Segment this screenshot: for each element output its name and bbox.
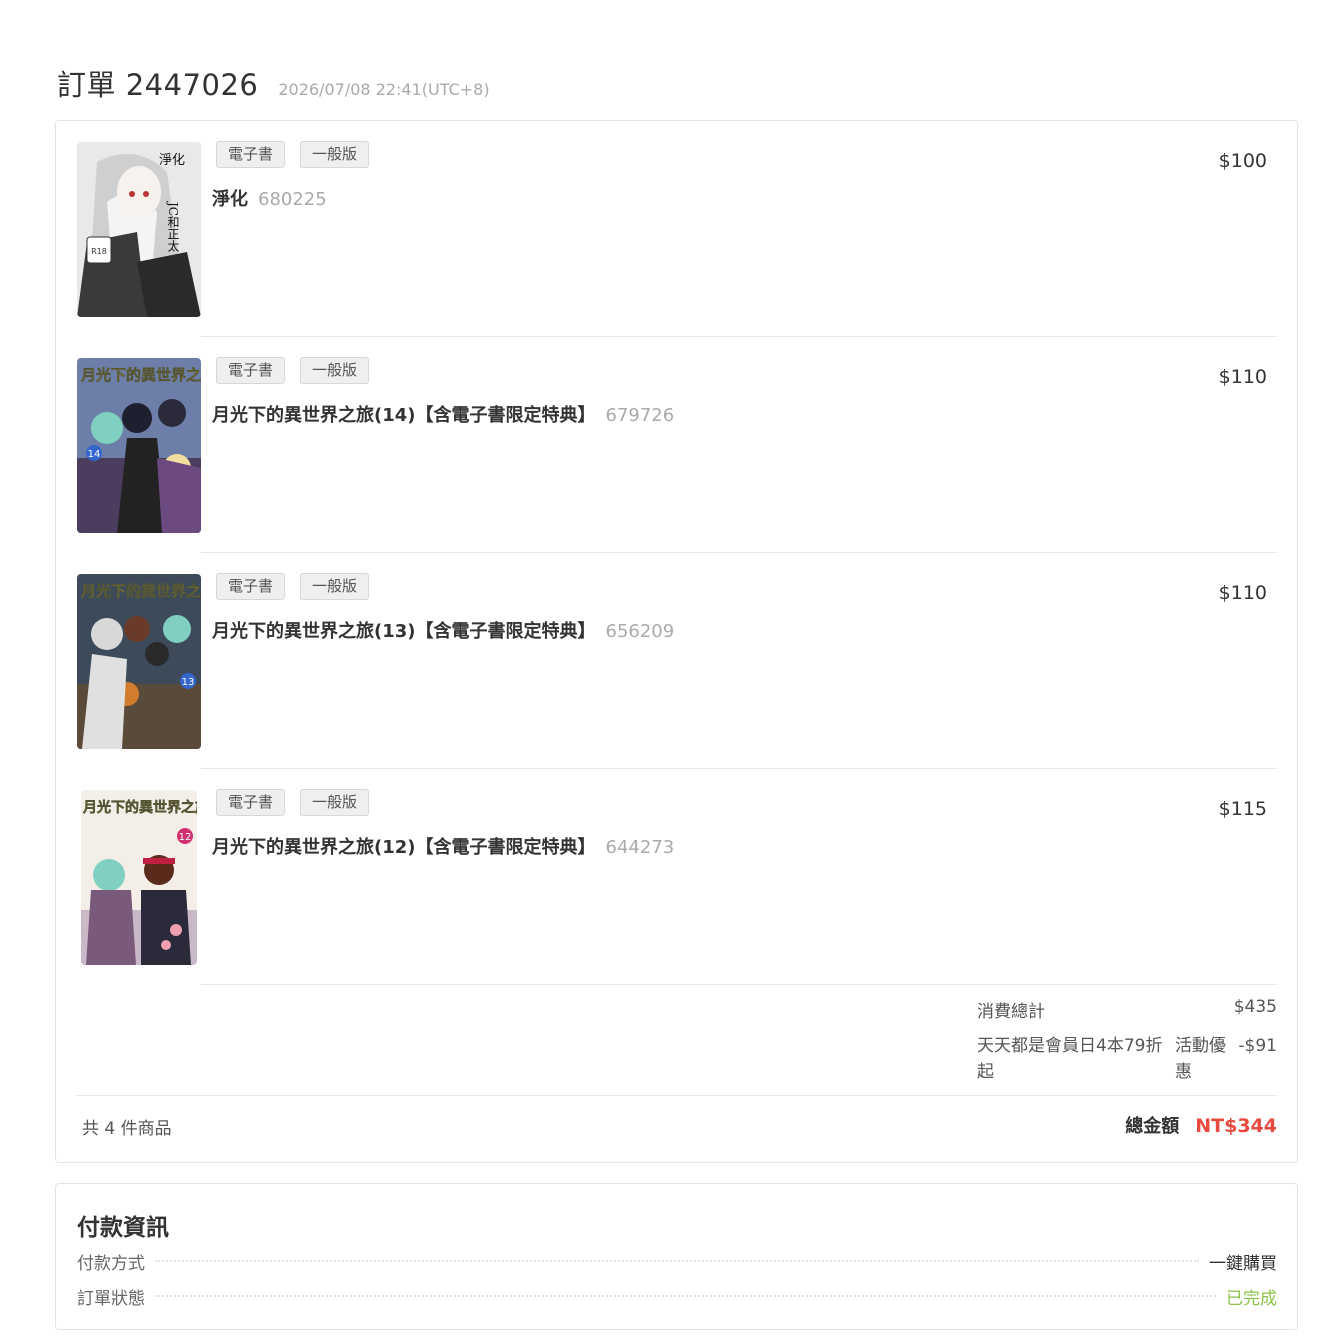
order-item: R18 淨化 JC和正太 電子書 一般版 淨化 680225 $100 (76, 121, 1277, 337)
item-price: $115 (1218, 798, 1267, 820)
item-divider (201, 984, 1277, 985)
order-header: 訂單 2447026 2026/07/08 22:41(UTC+8) (57, 62, 490, 104)
item-name[interactable]: 月光下的異世界之旅(13)【含電子書限定特典】 656209 (212, 617, 674, 643)
total-label: 總金額 (1125, 1116, 1180, 1137)
tag-format: 電子書 (216, 789, 286, 816)
book-cover-image[interactable]: R18 淨化 JC和正太 (77, 142, 201, 317)
discount-value: -$91 (1238, 1036, 1277, 1056)
order-status-label: 訂單狀態 (77, 1288, 145, 1309)
cover-subtitle-text: JC和正太 (166, 200, 180, 252)
dotted-leader (155, 1260, 1199, 1262)
cover-volume-text: 13 (182, 677, 195, 688)
book-cover-image[interactable]: 月光下的異世界之旅 12 (81, 790, 197, 965)
discount-type: 活動優惠 (1175, 1036, 1226, 1082)
payment-info-card: 付款資訊 付款方式 一鍵購買 訂單狀態 已完成 (55, 1183, 1298, 1330)
cover-volume-text: 12 (179, 832, 192, 843)
total-divider (76, 1095, 1277, 1096)
tag-format: 電子書 (216, 357, 286, 384)
cover-volume-text: 14 (88, 449, 101, 460)
payment-method-value: 一鍵購買 (1209, 1253, 1277, 1274)
order-status-row: 訂單狀態 已完成 (77, 1283, 1277, 1309)
order-time: 2026/07/08 22:41(UTC+8) (278, 80, 490, 99)
item-name-text[interactable]: 月光下的異世界之旅(14)【含電子書限定特典】 (212, 405, 596, 426)
item-name-text[interactable]: 淨化 (212, 189, 248, 210)
order-item: 月光下的異世界之旅 13 電子書 一般版 月光下的異世界之旅(13)【含電子書限… (76, 553, 1277, 769)
tag-format: 電子書 (216, 573, 286, 600)
discount-row: 天天都是會員日4本79折起 活動優惠 -$91 (977, 1033, 1277, 1085)
subtotal-label: 消費總計 (977, 1002, 1045, 1022)
tag-edition: 一般版 (300, 357, 370, 384)
payment-title: 付款資訊 (77, 1215, 169, 1241)
order-title: 訂單 2447026 (57, 68, 259, 102)
cover-title-text: 淨化 (159, 153, 185, 168)
item-tags: 電子書 一般版 (216, 141, 384, 168)
subtotal-value: $435 (1233, 997, 1277, 1017)
book-cover-image[interactable]: 月光下的異世界之旅 13 (77, 574, 201, 749)
tag-edition: 一般版 (300, 573, 370, 600)
item-name[interactable]: 月光下的異世界之旅(12)【含電子書限定特典】 644273 (212, 833, 674, 859)
item-count: 共 4 件商品 (82, 1119, 172, 1139)
payment-method-label: 付款方式 (77, 1253, 145, 1274)
cover-title-text: 月光下的異世界之旅 (82, 799, 197, 816)
total-value: NT$344 (1195, 1115, 1277, 1137)
discount-name: 天天都是會員日4本79折起 (977, 1036, 1163, 1082)
cover-title-text: 月光下的異世界之旅 (80, 582, 201, 600)
item-name[interactable]: 月光下的異世界之旅(14)【含電子書限定特典】 679726 (212, 401, 674, 427)
item-tags: 電子書 一般版 (216, 789, 384, 816)
item-product-id: 680225 (258, 189, 327, 210)
order-summary: 消費總計 $435 天天都是會員日4本79折起 活動優惠 -$91 (977, 997, 1277, 1085)
item-price: $110 (1218, 366, 1267, 388)
item-name[interactable]: 淨化 680225 (212, 185, 327, 211)
book-cover-image[interactable]: 月光下的異世界之旅 14 (77, 358, 201, 533)
item-name-text[interactable]: 月光下的異世界之旅(12)【含電子書限定特典】 (212, 837, 596, 858)
item-price: $110 (1218, 582, 1267, 604)
order-status-value: 已完成 (1226, 1288, 1277, 1309)
item-tags: 電子書 一般版 (216, 357, 384, 384)
item-product-id: 679726 (605, 405, 675, 426)
payment-method-row: 付款方式 一鍵購買 (77, 1248, 1277, 1274)
item-price: $100 (1218, 150, 1267, 172)
tag-format: 電子書 (216, 141, 286, 168)
subtotal-row: 消費總計 $435 (977, 997, 1277, 1025)
order-item: 月光下的異世界之旅 12 電子書 一般版 月光下的異世界之旅(12)【含電子書限… (76, 769, 1277, 985)
item-tags: 電子書 一般版 (216, 573, 384, 600)
tag-edition: 一般版 (300, 141, 370, 168)
order-items-card: R18 淨化 JC和正太 電子書 一般版 淨化 680225 $100 月光下的… (55, 120, 1298, 1163)
item-product-id: 644273 (605, 837, 675, 858)
order-total: 總金額 NT$344 (1125, 1112, 1277, 1138)
item-product-id: 656209 (605, 621, 675, 642)
cover-title-text: 月光下的異世界之旅 (80, 366, 201, 384)
item-name-text[interactable]: 月光下的異世界之旅(13)【含電子書限定特典】 (212, 621, 596, 642)
order-item: 月光下的異世界之旅 14 電子書 一般版 月光下的異世界之旅(14)【含電子書限… (76, 337, 1277, 553)
dotted-leader (155, 1295, 1216, 1297)
tag-edition: 一般版 (300, 789, 370, 816)
cover-rating-text: R18 (91, 247, 107, 256)
